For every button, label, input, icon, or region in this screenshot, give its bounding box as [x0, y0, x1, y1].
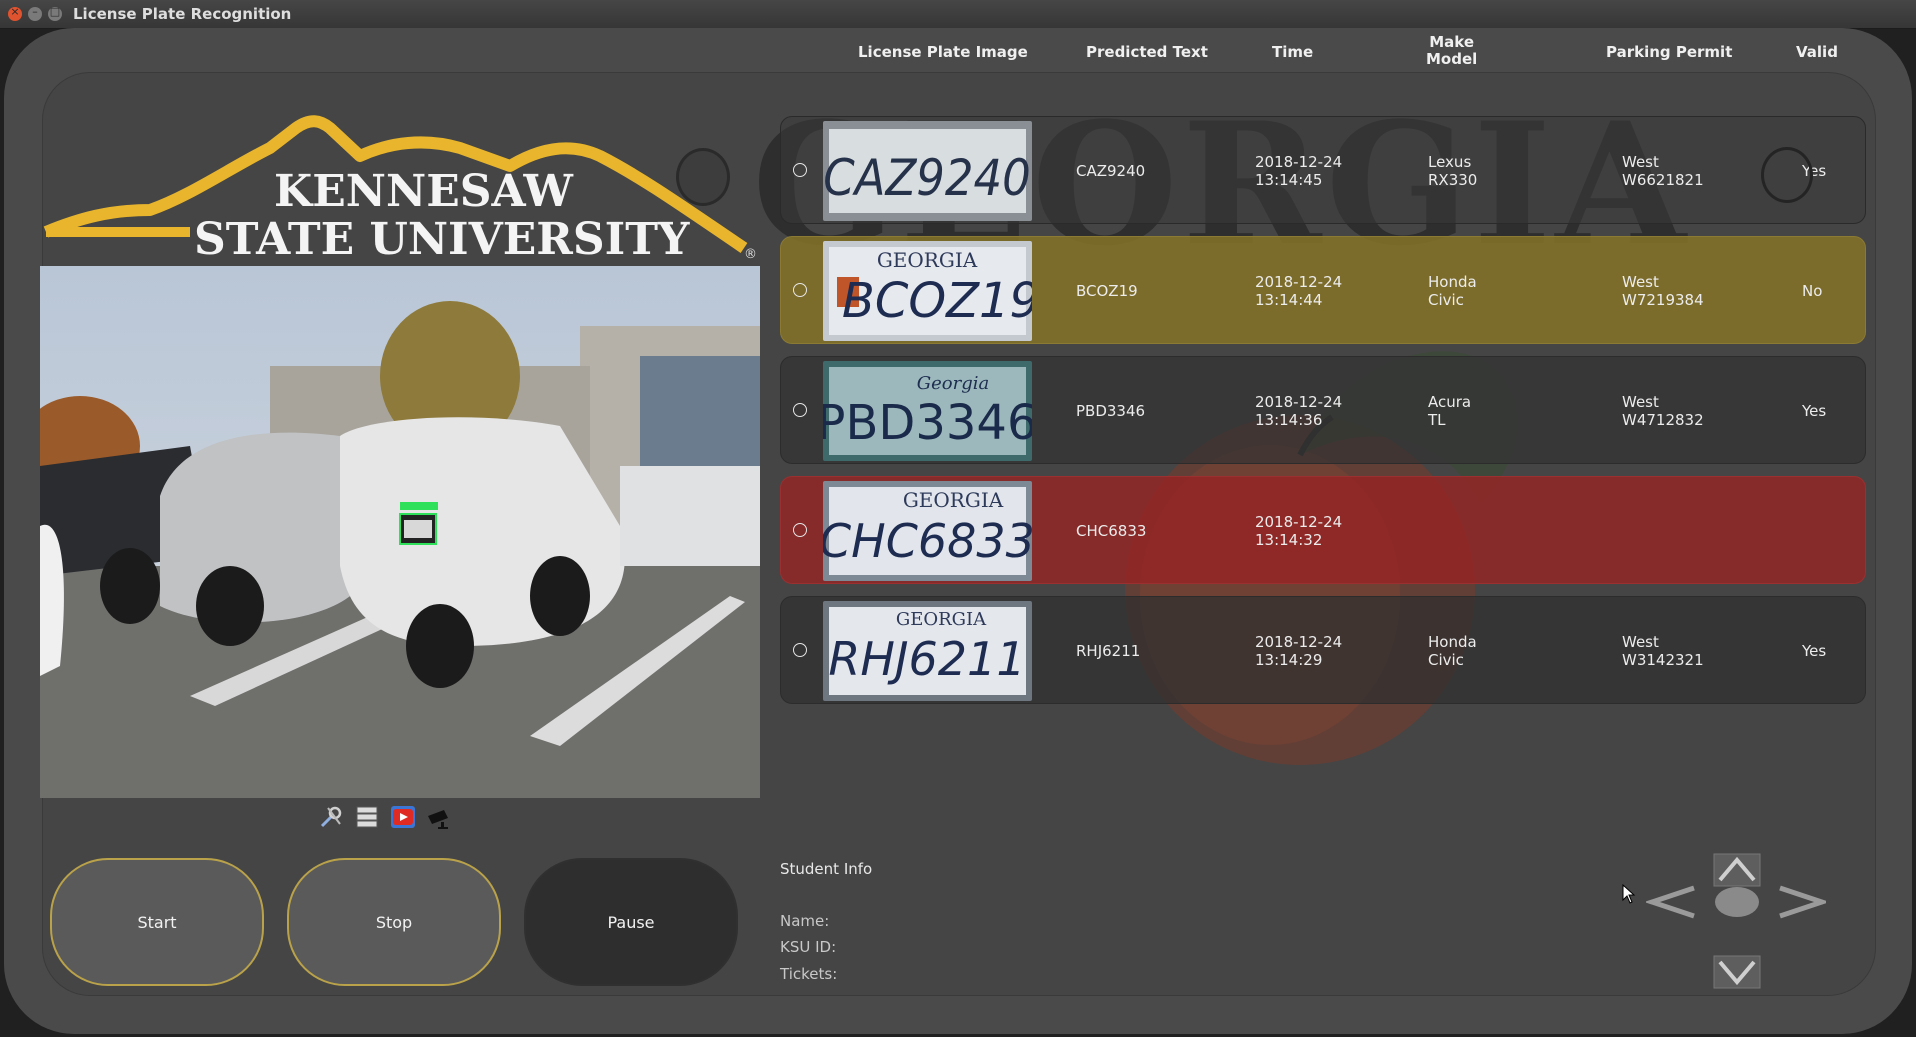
header-parking-permit: Parking Permit: [1606, 43, 1733, 61]
ksu-logo: KENNESAW STATE UNIVERSITY ®: [43, 115, 757, 264]
time-cell: 2018-12-24 13:14:44: [1255, 273, 1343, 309]
header-make: Make: [1429, 33, 1475, 51]
svg-text:Georgia: Georgia: [917, 373, 989, 394]
student-name-label: Name:: [780, 912, 830, 930]
plate-image: CAZ9240: [823, 121, 1032, 221]
plate-image: Georgia PBD3346: [823, 361, 1032, 461]
header-predicted-text: Predicted Text: [1086, 43, 1208, 61]
svg-text:PBD3346: PBD3346: [823, 395, 1032, 451]
predicted-text: BCOZ19: [1076, 282, 1138, 300]
pause-button[interactable]: Pause: [524, 858, 738, 986]
table-row[interactable]: GEORGIA BCOZ19 BCOZ19 2018-12-24 13:14:44…: [780, 236, 1866, 344]
logo-registered: ®: [744, 247, 757, 262]
row-radio-button[interactable]: [793, 643, 807, 657]
valid-cell: Yes: [1802, 402, 1827, 420]
header-valid: Valid: [1796, 43, 1838, 61]
window-minimize-button[interactable]: –: [28, 5, 42, 21]
predicted-text: CHC6833: [1076, 522, 1147, 540]
time-cell: 2018-12-24 13:14:36: [1255, 393, 1343, 429]
table-row[interactable]: GEORGIA RHJ6211 RHJ6211 2018-12-24 13:14:…: [780, 596, 1866, 704]
header-make-model: Make Model: [1426, 34, 1477, 68]
svg-text:GEORGIA: GEORGIA: [877, 248, 978, 272]
make-model-cell: Honda Civic: [1428, 633, 1477, 669]
valid-cell: Yes: [1802, 642, 1827, 660]
plate-image: GEORGIA CHC6833: [823, 481, 1032, 581]
svg-text:RHJ6211: RHJ6211: [828, 632, 1025, 686]
mouse-cursor-icon: [1622, 884, 1636, 904]
student-tickets-label: Tickets:: [780, 965, 838, 983]
nav-left-button[interactable]: [1646, 885, 1695, 919]
nav-center-button[interactable]: [1715, 887, 1759, 917]
camera-scene: [40, 266, 760, 798]
svg-text:GEORGIA: GEORGIA: [896, 609, 987, 630]
title-bar: × – □ License Plate Recognition: [0, 0, 1916, 29]
table-row[interactable]: CAZ9240 CAZ9240 2018-12-24 13:14:45 Lexus…: [780, 116, 1866, 224]
youtube-icon[interactable]: [390, 804, 416, 830]
time-cell: 2018-12-24 13:14:45: [1255, 153, 1343, 189]
svg-text:CAZ9240: CAZ9240: [823, 149, 1030, 207]
valid-cell: No: [1802, 282, 1823, 300]
row-ring: [1761, 147, 1813, 203]
time-cell: 2018-12-24 13:14:32: [1255, 513, 1343, 549]
camera-feed: [40, 266, 760, 798]
start-button[interactable]: Start: [50, 858, 264, 986]
svg-text:CHC6833: CHC6833: [823, 514, 1032, 568]
header-license-plate-image: License Plate Image: [858, 43, 1028, 61]
plate-image: GEORGIA RHJ6211: [823, 601, 1032, 701]
permit-cell: West W7219384: [1622, 273, 1704, 309]
student-ksu-id-label: KSU ID:: [780, 938, 837, 956]
svg-text:GEORGIA: GEORGIA: [903, 488, 1004, 512]
make-model-cell: Honda Civic: [1428, 273, 1477, 309]
row-radio-button[interactable]: [793, 163, 807, 177]
svg-text:BCOZ19: BCOZ19: [842, 273, 1032, 329]
logo-line2: STATE UNIVERSITY: [194, 214, 690, 264]
student-info-title: Student Info: [780, 860, 873, 878]
nav-down-button[interactable]: [1713, 955, 1761, 989]
make-model-cell: Lexus RX330: [1428, 153, 1478, 189]
header-time: Time: [1272, 43, 1314, 61]
predicted-text: CAZ9240: [1076, 162, 1146, 180]
table-row[interactable]: GEORGIA CHC6833 CHC6833 2018-12-24 13:14:…: [780, 476, 1866, 584]
time-cell: 2018-12-24 13:14:29: [1255, 633, 1343, 669]
navigation-pad: [1646, 853, 1826, 989]
plate-image: GEORGIA BCOZ19: [823, 241, 1032, 341]
table-row[interactable]: Georgia PBD3346 PBD3346 2018-12-24 13:14:…: [780, 356, 1866, 464]
row-radio-button[interactable]: [793, 523, 807, 537]
permit-cell: West W4712832: [1622, 393, 1704, 429]
settings-icon[interactable]: [318, 804, 344, 830]
predicted-text: PBD3346: [1076, 402, 1146, 420]
status-ring: [676, 148, 730, 206]
predicted-text: RHJ6211: [1076, 642, 1141, 660]
nav-up-button[interactable]: [1713, 853, 1761, 887]
permit-cell: West W6621821: [1622, 153, 1704, 189]
nav-right-button[interactable]: [1779, 885, 1826, 919]
database-icon[interactable]: [354, 804, 380, 830]
camera-icon[interactable]: [426, 804, 452, 830]
row-radio-button[interactable]: [793, 283, 807, 297]
logo-line1: KENNESAW: [274, 166, 573, 217]
window-maximize-button[interactable]: □: [48, 5, 62, 21]
header-model: Model: [1426, 50, 1478, 68]
permit-cell: West W3142321: [1622, 633, 1704, 669]
window-title: License Plate Recognition: [73, 5, 292, 23]
make-model-cell: Acura TL: [1428, 393, 1472, 429]
row-radio-button[interactable]: [793, 403, 807, 417]
stop-button[interactable]: Stop: [287, 858, 501, 986]
window-close-button[interactable]: ×: [8, 5, 22, 21]
